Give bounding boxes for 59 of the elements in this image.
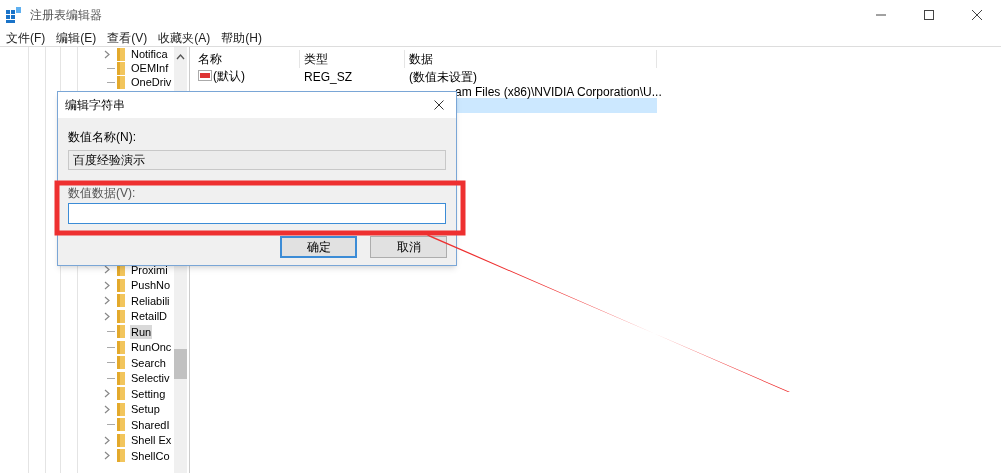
folder-icon <box>116 294 126 308</box>
value-name-field[interactable]: 百度经验演示 <box>68 150 446 170</box>
maximize-icon[interactable] <box>923 9 935 21</box>
dialog-title: 编辑字符串 <box>65 97 125 114</box>
table-cell-text: (默认) <box>213 67 245 85</box>
tree-item[interactable]: Proximi <box>130 262 169 277</box>
tree-item[interactable]: Run <box>130 324 153 339</box>
menu-item[interactable]: 文件(F) <box>6 31 46 45</box>
table-cell: (数值未设置) <box>409 69 477 84</box>
menu-item[interactable]: 查看(V) <box>107 31 148 45</box>
folder-icon <box>116 340 126 354</box>
tree-item[interactable]: OEMInf <box>130 61 170 75</box>
close-icon[interactable] <box>971 9 983 21</box>
folder-icon <box>116 309 126 323</box>
close-icon[interactable] <box>434 100 444 110</box>
scrollbar-thumb[interactable] <box>174 349 187 379</box>
table-row[interactable]: (默认) REG_SZ (数值未设置) <box>194 68 657 83</box>
tree-item[interactable]: Selectiv <box>130 371 171 386</box>
menu-item[interactable]: 编辑(E) <box>56 31 97 45</box>
folder-icon <box>116 325 126 339</box>
value-data-field[interactable] <box>68 203 446 224</box>
folder-icon <box>116 75 126 89</box>
field-label: 数值数据(V): <box>68 186 137 200</box>
chevron-icon[interactable] <box>104 49 111 59</box>
tree-item[interactable]: SharedI <box>130 417 171 432</box>
field-label: 数值名称(N): <box>68 130 137 144</box>
tree-item[interactable]: PushNo <box>130 278 172 293</box>
folder-icon <box>116 61 126 75</box>
column-header[interactable]: 名称 <box>194 50 300 68</box>
window-title: 注册表编辑器 <box>30 7 102 24</box>
folder-icon <box>116 278 126 292</box>
tree-item[interactable]: Notifica <box>130 47 169 61</box>
registry-icon <box>6 7 22 23</box>
tree-item[interactable]: ShellCo <box>130 448 171 463</box>
folder-icon <box>116 356 126 370</box>
menu-item[interactable]: 收藏夹(A) <box>158 31 211 45</box>
tree-item[interactable]: RunOnc <box>130 340 173 355</box>
folder-icon <box>116 433 126 447</box>
tree-item[interactable]: OneDriv <box>130 75 173 89</box>
folder-icon <box>116 47 126 61</box>
tree-item[interactable]: Search <box>130 355 167 370</box>
table-cell: REG_SZ <box>304 69 352 84</box>
folder-icon <box>116 371 126 385</box>
folder-icon <box>116 449 126 463</box>
column-header[interactable]: 类型 <box>300 50 405 68</box>
tree-item[interactable]: Setup <box>130 402 161 417</box>
folder-icon <box>116 402 126 416</box>
folder-icon <box>116 418 126 432</box>
tree-item[interactable]: Shell Ex <box>130 433 173 448</box>
column-header[interactable]: 数据 <box>405 50 657 68</box>
tree-item[interactable]: Reliabili <box>130 293 171 308</box>
tree-item[interactable]: RetailD <box>130 309 169 324</box>
scroll-up-icon[interactable] <box>176 54 185 60</box>
menu-item[interactable]: 帮助(H) <box>221 31 262 45</box>
folder-icon <box>116 387 126 401</box>
tree-item[interactable]: Setting <box>130 386 167 401</box>
dialog-button[interactable]: 取消 <box>370 236 447 258</box>
string-value-icon <box>198 70 212 81</box>
dialog-button[interactable]: 确定 <box>280 236 357 258</box>
